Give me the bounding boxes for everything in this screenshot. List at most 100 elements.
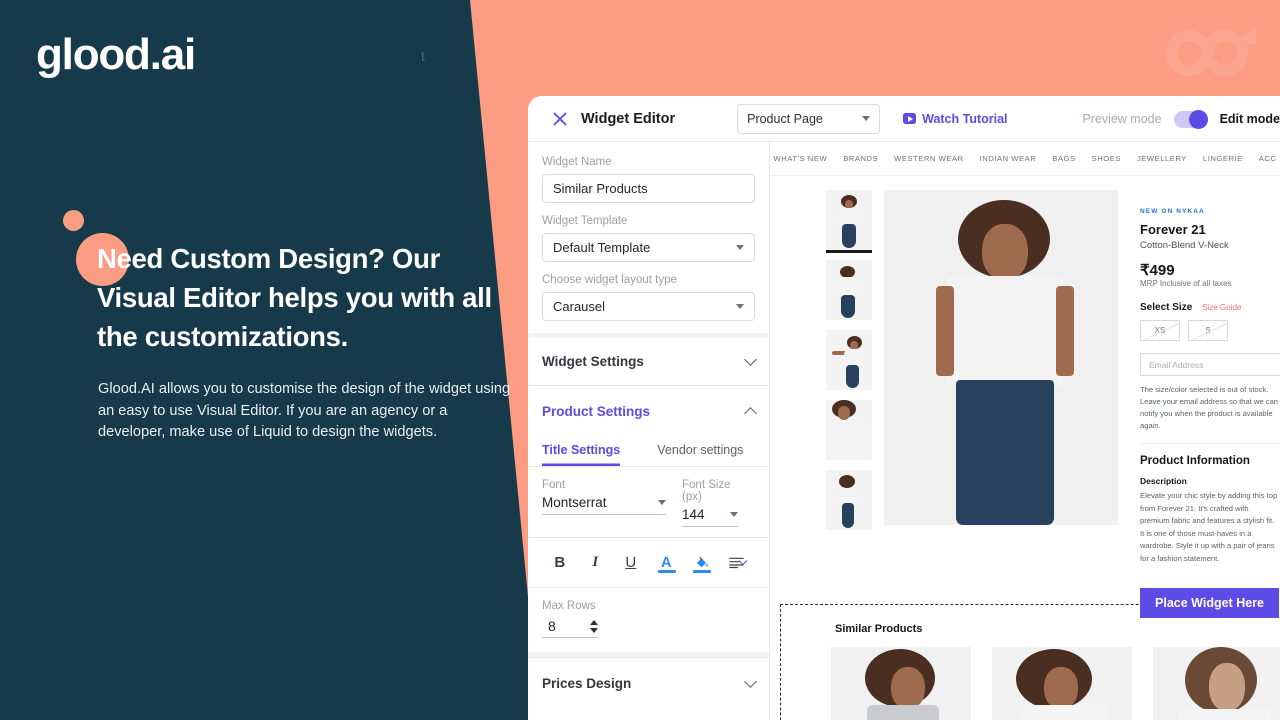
text-format-toolbar: B I U A: [528, 538, 769, 588]
italic-icon[interactable]: I: [578, 550, 614, 574]
widget-name-value: Similar Products: [553, 181, 648, 196]
chevron-down-icon: [744, 353, 757, 366]
chevron-down-icon: [862, 116, 871, 121]
size-option[interactable]: XS: [1140, 320, 1180, 341]
mrp-note: MRP Inclusive of all taxes: [1140, 279, 1232, 288]
stepper-arrows-icon[interactable]: [590, 619, 598, 633]
max-rows-value: 8: [548, 618, 556, 634]
thumbnail-item[interactable]: [826, 400, 872, 460]
layout-type-value: Carausel: [553, 299, 606, 314]
font-family-field: Font Montserrat: [542, 479, 666, 527]
product-info: NEW ON NYKAA Forever 21 Cotton-Blend V-N…: [1130, 190, 1280, 565]
size-options: XS S: [1140, 320, 1280, 341]
widget-template-label: Widget Template: [542, 215, 628, 227]
description-text: Elevate your chic style by adding this t…: [1140, 491, 1278, 563]
widget-settings-label: Widget Settings: [542, 354, 644, 369]
stray-character: t: [421, 48, 425, 64]
font-size-select[interactable]: 144: [682, 507, 738, 527]
edit-mode-toggle[interactable]: [1173, 109, 1208, 129]
glood-oo-watermark-icon: [1166, 22, 1258, 76]
size-header: Select Size Size Guide: [1140, 302, 1280, 313]
chevron-down-icon: [730, 512, 738, 517]
product-settings-tabs: Title Settings Vendor settings: [528, 437, 769, 467]
font-controls: Font Montserrat Font Size (px) 144: [528, 467, 769, 538]
decorative-circle-small: [63, 210, 84, 231]
product-detail: NEW ON NYKAA Forever 21 Cotton-Blend V-N…: [770, 176, 1280, 565]
edit-mode-label: Edit mode: [1219, 112, 1280, 126]
nav-item[interactable]: WHAT'S NEW: [774, 154, 828, 163]
preview-mode-label: Preview mode: [1082, 112, 1162, 126]
place-widget-button[interactable]: Place Widget Here: [1140, 588, 1279, 618]
widget-dropzone[interactable]: Place Widget Here Similar Products: [780, 588, 1280, 720]
tab-vendor-settings[interactable]: Vendor settings: [657, 437, 743, 466]
watch-tutorial-link[interactable]: Watch Tutorial: [903, 111, 1008, 126]
page-title: Widget Editor: [581, 110, 676, 127]
product-card[interactable]: [992, 647, 1132, 720]
thumbnail-item[interactable]: [826, 260, 872, 320]
select-size-label: Select Size: [1140, 302, 1193, 313]
similar-products-title: Similar Products: [835, 623, 923, 635]
thumbnail-strip: [826, 190, 872, 565]
align-left-icon[interactable]: [720, 550, 756, 574]
product-card[interactable]: [1153, 647, 1280, 720]
text-color-icon[interactable]: A: [649, 550, 685, 574]
font-family-select[interactable]: Montserrat: [542, 495, 666, 515]
nav-item[interactable]: SHOES: [1092, 154, 1121, 163]
product-price: ₹499: [1140, 262, 1175, 279]
thumbnail-item[interactable]: [826, 190, 872, 250]
max-rows-label: Max Rows: [542, 600, 596, 612]
nav-item[interactable]: ACC: [1259, 154, 1277, 163]
settings-panel: Widget Name Similar Products Widget Temp…: [528, 142, 770, 720]
prices-design-label: Prices Design: [542, 676, 632, 691]
fill-color-icon[interactable]: [684, 550, 720, 574]
widget-template-select[interactable]: Default Template: [542, 233, 755, 262]
layout-type-select[interactable]: Carausel: [542, 292, 755, 321]
widget-name-input[interactable]: Similar Products: [542, 174, 755, 203]
hero-product-image: [884, 190, 1118, 525]
nav-item[interactable]: INDIAN WEAR: [980, 154, 1037, 163]
chevron-down-icon: [658, 500, 666, 505]
widget-name-label: Widget Name: [542, 156, 612, 168]
chevron-down-icon: [736, 304, 744, 309]
widget-template-field: Widget Template Default Template: [542, 215, 755, 262]
underline-icon[interactable]: U: [613, 550, 649, 574]
editor-body: Widget Name Similar Products Widget Temp…: [528, 142, 1280, 720]
email-placeholder: Email Address: [1149, 359, 1204, 370]
product-settings-label: Product Settings: [542, 404, 651, 419]
product-name: Cotton-Blend V-Neck: [1140, 240, 1229, 251]
section-product-settings[interactable]: Product Settings: [528, 385, 769, 437]
editor-topbar: Widget Editor Product Page Watch Tutoria…: [528, 96, 1280, 142]
size-option[interactable]: S: [1188, 320, 1228, 341]
section-prices-design[interactable]: Prices Design: [528, 657, 769, 709]
close-icon[interactable]: [550, 109, 570, 129]
chevron-down-icon: [736, 245, 744, 250]
widget-name-field: Widget Name Similar Products: [542, 156, 755, 203]
nav-item[interactable]: JEWELLERY: [1137, 154, 1187, 163]
font-size-field: Font Size (px) 144: [682, 479, 738, 527]
bold-icon[interactable]: B: [542, 550, 578, 574]
font-label: Font: [542, 479, 566, 491]
size-guide-link[interactable]: Size Guide: [1202, 303, 1241, 312]
product-brand: Forever 21: [1140, 222, 1206, 237]
nav-item[interactable]: BRANDS: [843, 154, 878, 163]
chevron-down-icon: [744, 675, 757, 688]
section-widget-settings[interactable]: Widget Settings: [528, 333, 769, 385]
widget-template-value: Default Template: [553, 240, 651, 255]
page-selector-dropdown[interactable]: Product Page: [737, 103, 881, 134]
email-field[interactable]: Email Address: [1140, 353, 1280, 376]
new-badge: NEW ON NYKAA: [1140, 208, 1205, 215]
thumbnail-item[interactable]: [826, 330, 872, 390]
thumbnail-item[interactable]: [826, 470, 872, 530]
glood-logo: glood.ai: [36, 30, 196, 79]
nav-item[interactable]: WESTERN WEAR: [894, 154, 963, 163]
video-play-icon: [903, 113, 917, 124]
watch-tutorial-label: Watch Tutorial: [922, 111, 1008, 126]
tab-title-settings[interactable]: Title Settings: [542, 437, 620, 466]
product-card[interactable]: [831, 647, 971, 720]
description-heading: Description: [1140, 476, 1187, 486]
nav-item[interactable]: LINGERIE: [1203, 154, 1243, 163]
nav-item[interactable]: BAGS: [1052, 154, 1075, 163]
max-rows-stepper[interactable]: 8: [542, 618, 598, 638]
mode-switcher: Preview mode Edit mode: [1082, 96, 1280, 142]
screenshot-root: glood.ai t Need Custom Design? Our Visua…: [0, 0, 1280, 720]
